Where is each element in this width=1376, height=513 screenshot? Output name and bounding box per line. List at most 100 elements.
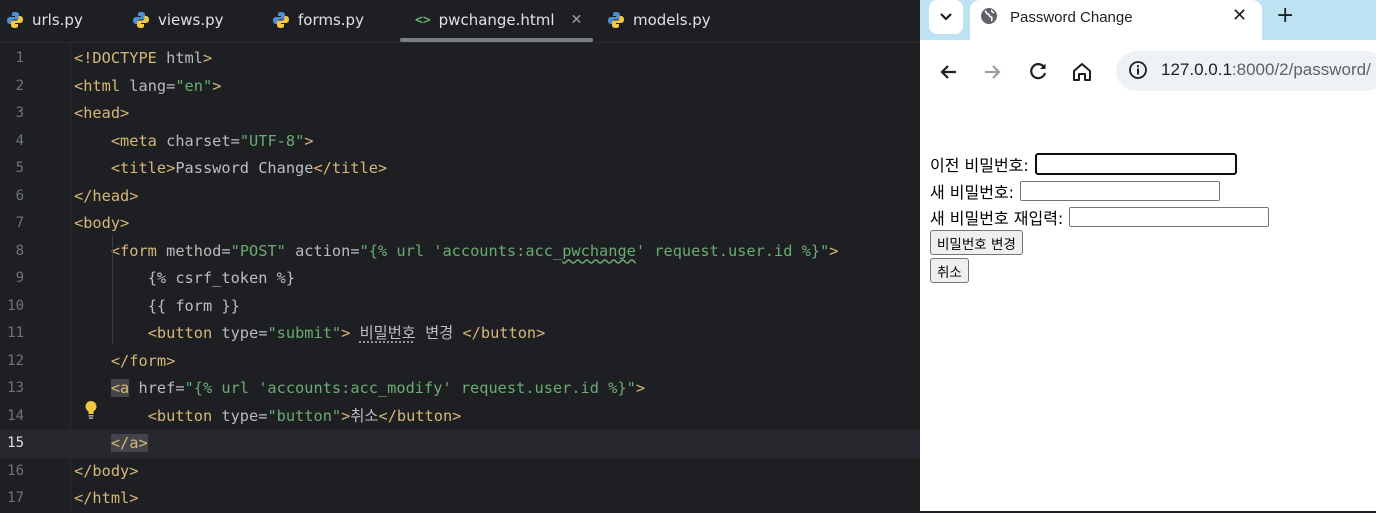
code-text: <button type="submit"> 비밀번호 변경 </button> bbox=[147, 324, 546, 342]
site-info-icon[interactable] bbox=[1128, 60, 1148, 80]
browser-toolbar: 127.0.0.1:8000/2/password/ bbox=[920, 40, 1376, 100]
line-number: 12 bbox=[7, 352, 24, 369]
code-text: {% csrf_token %} bbox=[147, 269, 296, 287]
code-text: <a href="{% url 'accounts:acc_modify' re… bbox=[110, 379, 646, 397]
python-file-icon bbox=[7, 12, 23, 28]
chevron-down-icon bbox=[940, 13, 952, 21]
line-number: 1 bbox=[15, 50, 24, 66]
url-path: :8000/2/password/ bbox=[1231, 60, 1371, 79]
code-text: <html lang="en"> bbox=[74, 76, 222, 95]
code-text: <button type="button">취소</button> bbox=[147, 406, 462, 425]
code-line: 10 {{ form }} bbox=[0, 293, 920, 321]
confirm-password-row: 새 비밀번호 재입력: bbox=[930, 205, 1270, 229]
forward-icon[interactable] bbox=[981, 60, 1005, 84]
browser-tab-title: Password Change bbox=[1010, 9, 1133, 26]
editor-tab-bar: urls.py views.py forms.py <> pwchange.ht… bbox=[0, 0, 920, 43]
browser-tab-strip: Password Change ✕ + bbox=[920, 0, 1376, 40]
old-password-row: 이전 비밀번호: bbox=[930, 152, 1237, 176]
code-text: </a> bbox=[110, 434, 148, 452]
home-icon[interactable] bbox=[1070, 60, 1094, 84]
code-line: 14 <button type="button">취소</button> bbox=[0, 403, 920, 431]
indent-guide bbox=[112, 235, 113, 345]
html-file-icon: <> bbox=[415, 12, 431, 28]
tab-label: pwchange.html bbox=[438, 11, 555, 29]
tab-models-py[interactable]: models.py bbox=[607, 0, 711, 40]
line-number: 16 bbox=[7, 462, 24, 479]
code-line: 13 <a href="{% url 'accounts:acc_modify'… bbox=[0, 375, 920, 403]
tab-urls-py[interactable]: urls.py bbox=[6, 0, 83, 40]
python-file-icon bbox=[273, 12, 289, 28]
code-text: </body> bbox=[74, 461, 139, 480]
code-line: 12 </form> bbox=[0, 348, 920, 376]
new-password-input[interactable] bbox=[1020, 181, 1221, 201]
active-tab-indicator bbox=[400, 38, 593, 42]
cancel-button[interactable]: 취소 bbox=[930, 258, 969, 283]
code-line-current: 15 </a> bbox=[0, 430, 920, 458]
new-tab-icon[interactable]: + bbox=[1276, 3, 1294, 28]
reload-icon[interactable] bbox=[1026, 60, 1050, 84]
line-number: 5 bbox=[15, 160, 24, 176]
code-text: </form> bbox=[110, 351, 176, 370]
lightbulb-icon[interactable] bbox=[84, 400, 98, 420]
code-line: 16 </body> bbox=[0, 458, 920, 486]
line-number: 7 bbox=[15, 215, 24, 231]
close-icon[interactable]: ✕ bbox=[571, 12, 583, 28]
code-text: <title>Password Change</title> bbox=[110, 159, 388, 177]
code-line: 5 <title>Password Change</title> bbox=[0, 155, 920, 183]
new-password-row: 새 비밀번호: bbox=[930, 179, 1221, 203]
code-line: 4 <meta charset="UTF-8"> bbox=[0, 128, 920, 156]
code-text: <body> bbox=[74, 214, 130, 232]
code-text: <!DOCTYPE html> bbox=[74, 49, 213, 67]
line-number: 6 bbox=[15, 187, 24, 204]
code-editor-window: urls.py views.py forms.py <> pwchange.ht… bbox=[0, 0, 920, 511]
code-line: 1 <!DOCTYPE html> bbox=[0, 45, 920, 73]
tab-label: views.py bbox=[158, 11, 224, 29]
python-file-icon bbox=[133, 12, 149, 28]
confirm-password-input[interactable] bbox=[1069, 207, 1270, 227]
new-password-label: 새 비밀번호: bbox=[930, 183, 1015, 202]
code-text: </head> bbox=[74, 186, 139, 205]
python-file-icon bbox=[608, 12, 624, 28]
code-area[interactable]: 1 <!DOCTYPE html> 2 <html lang="en"> 3 <… bbox=[0, 43, 920, 511]
url-host: 127.0.0.1 bbox=[1161, 60, 1232, 79]
code-line: 2 <html lang="en"> bbox=[0, 73, 920, 101]
line-number: 2 bbox=[15, 77, 24, 94]
confirm-password-label: 새 비밀번호 재입력: bbox=[930, 209, 1064, 228]
code-text: <form method="POST" action="{% url 'acco… bbox=[110, 241, 839, 260]
code-text: <meta charset="UTF-8"> bbox=[110, 131, 314, 150]
line-number: 8 bbox=[15, 242, 24, 259]
line-number: 4 bbox=[15, 132, 24, 149]
code-text: {{ form }} bbox=[147, 296, 240, 315]
page-content: 이전 비밀번호: 새 비밀번호: 새 비밀번호 재입력: 비밀번호 변경 취소 bbox=[920, 100, 1376, 511]
line-number: 11 bbox=[7, 325, 24, 341]
code-text: </html> bbox=[74, 489, 139, 507]
globe-icon bbox=[981, 8, 997, 24]
tab-views-py[interactable]: views.py bbox=[132, 0, 224, 40]
code-line: 6 </head> bbox=[0, 183, 920, 211]
close-tab-icon[interactable]: ✕ bbox=[1232, 5, 1247, 26]
line-number: 17 bbox=[7, 490, 24, 506]
line-number: 9 bbox=[15, 270, 24, 286]
line-number: 3 bbox=[15, 105, 24, 121]
change-password-button[interactable]: 비밀번호 변경 bbox=[930, 230, 1023, 255]
tab-search-button[interactable] bbox=[929, 0, 963, 34]
code-line: 3 <head> bbox=[0, 100, 920, 128]
code-line: 8 <form method="POST" action="{% url 'ac… bbox=[0, 238, 920, 266]
line-number: 10 bbox=[7, 297, 24, 314]
line-number: 15 bbox=[7, 435, 24, 451]
tab-label: models.py bbox=[633, 11, 711, 29]
code-text: <head> bbox=[74, 104, 130, 122]
tab-forms-py[interactable]: forms.py bbox=[272, 0, 364, 40]
browser-window: Password Change ✕ + 127.0.0.1:8000/2/pas… bbox=[920, 0, 1376, 511]
tab-label: forms.py bbox=[298, 11, 364, 29]
tab-label: urls.py bbox=[32, 11, 83, 29]
line-number: 14 bbox=[7, 407, 24, 424]
back-icon[interactable] bbox=[936, 60, 960, 84]
code-line: 11 <button type="submit"> 비밀번호 변경 </butt… bbox=[0, 320, 920, 348]
tab-pwchange-html[interactable]: <> pwchange.html ✕ bbox=[415, 0, 582, 40]
line-number: 13 bbox=[7, 380, 24, 396]
old-password-label: 이전 비밀번호: bbox=[930, 156, 1029, 175]
url-text[interactable]: 127.0.0.1:8000/2/password/ bbox=[1161, 60, 1371, 80]
code-line: 17 </html> bbox=[0, 485, 920, 513]
old-password-input[interactable] bbox=[1034, 153, 1237, 175]
